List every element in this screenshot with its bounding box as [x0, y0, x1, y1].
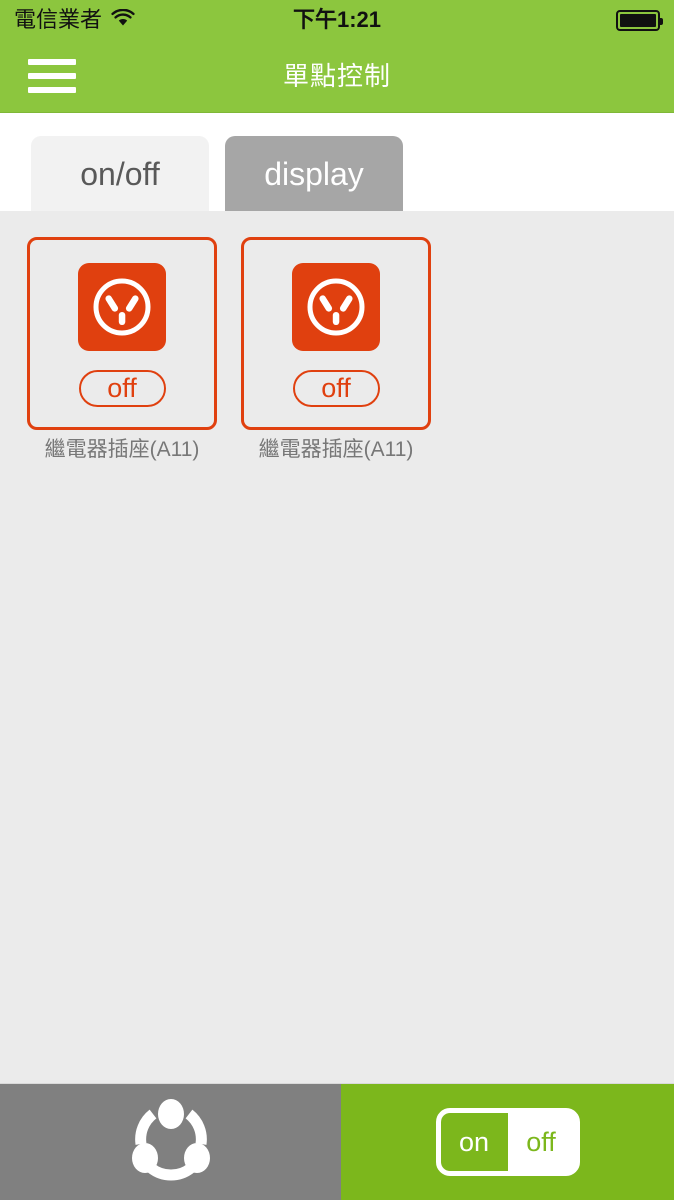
device-card[interactable]: off — [27, 237, 217, 430]
wifi-icon — [111, 8, 135, 32]
status-bar: 電信業者 下午1:21 — [0, 0, 674, 40]
device-cell: off 繼電器插座(A11) — [241, 237, 431, 460]
toggle-on-segment[interactable]: on — [440, 1113, 508, 1171]
hamburger-bar — [28, 59, 76, 65]
battery-nub — [660, 17, 663, 25]
global-onoff-area[interactable]: on off — [341, 1084, 674, 1200]
app-root: 電信業者 下午1:21 單點控制 on/off display off 繼電器插… — [0, 0, 674, 1200]
status-bar-left: 電信業者 — [14, 7, 135, 32]
hamburger-bar — [28, 87, 76, 93]
device-grid: off 繼電器插座(A11) off 繼電器插座(A11) — [0, 237, 674, 460]
tab-display[interactable]: display — [225, 136, 403, 211]
battery-fill — [620, 13, 656, 27]
device-cell: off 繼電器插座(A11) — [27, 237, 217, 460]
global-onoff-toggle[interactable]: on off — [435, 1108, 580, 1176]
device-name-label: 繼電器插座(A11) — [44, 438, 200, 461]
device-state-toggle[interactable]: off — [78, 370, 166, 407]
nav-bar: 單點控制 — [0, 40, 674, 113]
device-name-label: 繼電器插座(A11) — [258, 438, 414, 461]
scene-group-icon — [123, 1092, 219, 1193]
hamburger-menu-icon[interactable] — [28, 59, 76, 93]
hamburger-bar — [28, 73, 76, 79]
tab-strip: on/off display — [0, 113, 674, 211]
device-state-toggle[interactable]: off — [292, 370, 380, 407]
scene-group-button[interactable] — [0, 1084, 341, 1200]
page-title: 單點控制 — [282, 61, 391, 91]
power-socket-icon — [292, 263, 380, 351]
status-bar-right — [616, 9, 663, 31]
device-content-area: off 繼電器插座(A11) off 繼電器插座(A11) — [0, 211, 674, 1083]
bottom-bar: on off — [0, 1083, 674, 1200]
power-socket-icon — [78, 263, 166, 351]
carrier-label: 電信業者 — [14, 7, 103, 32]
toggle-off-segment[interactable]: off — [507, 1113, 575, 1171]
battery-full-icon — [616, 9, 663, 31]
device-card[interactable]: off — [241, 237, 431, 430]
tab-on-off[interactable]: on/off — [31, 136, 209, 211]
